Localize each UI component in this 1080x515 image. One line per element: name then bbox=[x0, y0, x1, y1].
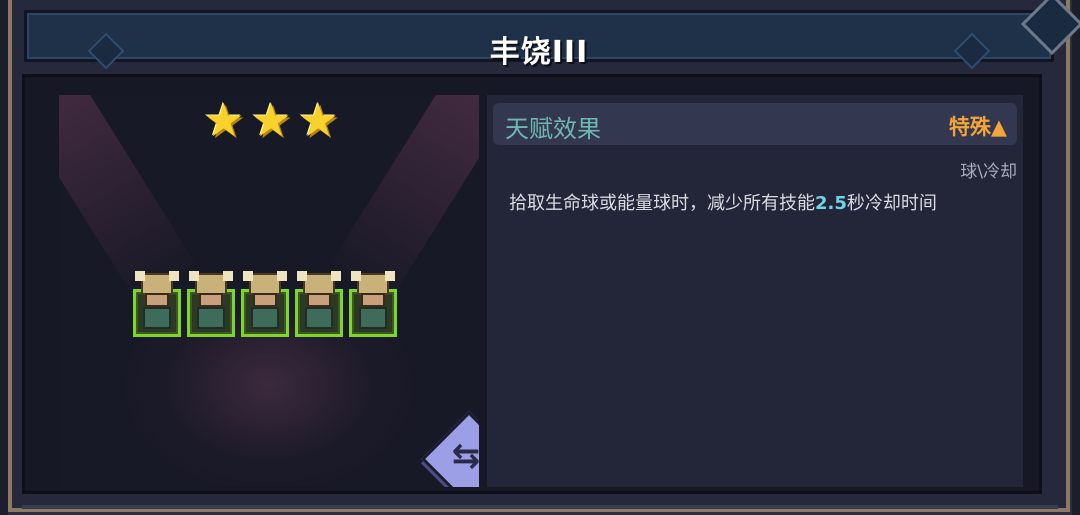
star-rating: ★ ★ ★ bbox=[191, 95, 351, 145]
horn-icon bbox=[297, 271, 307, 281]
unit-slot[interactable] bbox=[133, 271, 181, 337]
horn-icon bbox=[351, 271, 361, 281]
dialog-body: ★ ★ ★ ⇆ 天赋效果 特殊▲ 球\冷却 拾取生命球或能量球时，减少所有技能2… bbox=[22, 74, 1042, 494]
unit-slot[interactable] bbox=[349, 271, 397, 337]
talent-description: 拾取生命球或能量球时，减少所有技能2.5秒冷却时间 bbox=[509, 191, 1005, 216]
unit-face bbox=[361, 293, 385, 307]
bottom-trim bbox=[22, 505, 1058, 509]
talent-panel: 天赋效果 特殊▲ 球\冷却 拾取生命球或能量球时，减少所有技能2.5秒冷却时间 bbox=[487, 95, 1023, 487]
horn-icon bbox=[243, 271, 253, 281]
unit-slot[interactable] bbox=[295, 271, 343, 337]
unit-body bbox=[359, 307, 387, 329]
unit-lineup bbox=[133, 271, 397, 337]
star-icon: ★ bbox=[203, 95, 245, 147]
horn-icon bbox=[189, 271, 199, 281]
unit-body bbox=[143, 307, 171, 329]
desc-text: 拾取生命球或能量球时，减少所有技能 bbox=[509, 193, 815, 214]
title-bar: 丰饶III bbox=[24, 10, 1054, 70]
horn-icon bbox=[277, 271, 287, 281]
unit-slot[interactable] bbox=[241, 271, 289, 337]
horn-icon bbox=[331, 271, 341, 281]
star-icon: ★ bbox=[250, 95, 292, 147]
horn-icon bbox=[169, 271, 179, 281]
unit-face bbox=[253, 293, 277, 307]
talent-type-toggle[interactable]: 特殊▲ bbox=[949, 111, 1007, 141]
window-edge-left bbox=[0, 0, 8, 515]
talent-title: 天赋效果 bbox=[505, 115, 601, 143]
desc-value: 2.5 bbox=[815, 193, 847, 214]
horn-icon bbox=[135, 271, 145, 281]
window-edge-right bbox=[1072, 0, 1080, 515]
unit-face bbox=[199, 293, 223, 307]
dialog-title: 丰饶III bbox=[489, 35, 589, 70]
horn-icon bbox=[385, 271, 395, 281]
unit-body bbox=[251, 307, 279, 329]
star-icon: ★ bbox=[297, 95, 339, 147]
unit-face bbox=[145, 293, 169, 307]
talent-tag: 球\冷却 bbox=[960, 162, 1017, 182]
horn-icon bbox=[223, 271, 233, 281]
talent-header: 天赋效果 特殊▲ bbox=[493, 103, 1017, 145]
desc-text-after: 秒冷却时间 bbox=[846, 193, 937, 214]
preview-panel: ★ ★ ★ ⇆ bbox=[59, 95, 479, 487]
unit-slot[interactable] bbox=[187, 271, 235, 337]
unit-body bbox=[197, 307, 225, 329]
unit-body bbox=[305, 307, 333, 329]
unit-face bbox=[307, 293, 331, 307]
swap-arrows-icon[interactable]: ⇆ bbox=[435, 425, 479, 487]
